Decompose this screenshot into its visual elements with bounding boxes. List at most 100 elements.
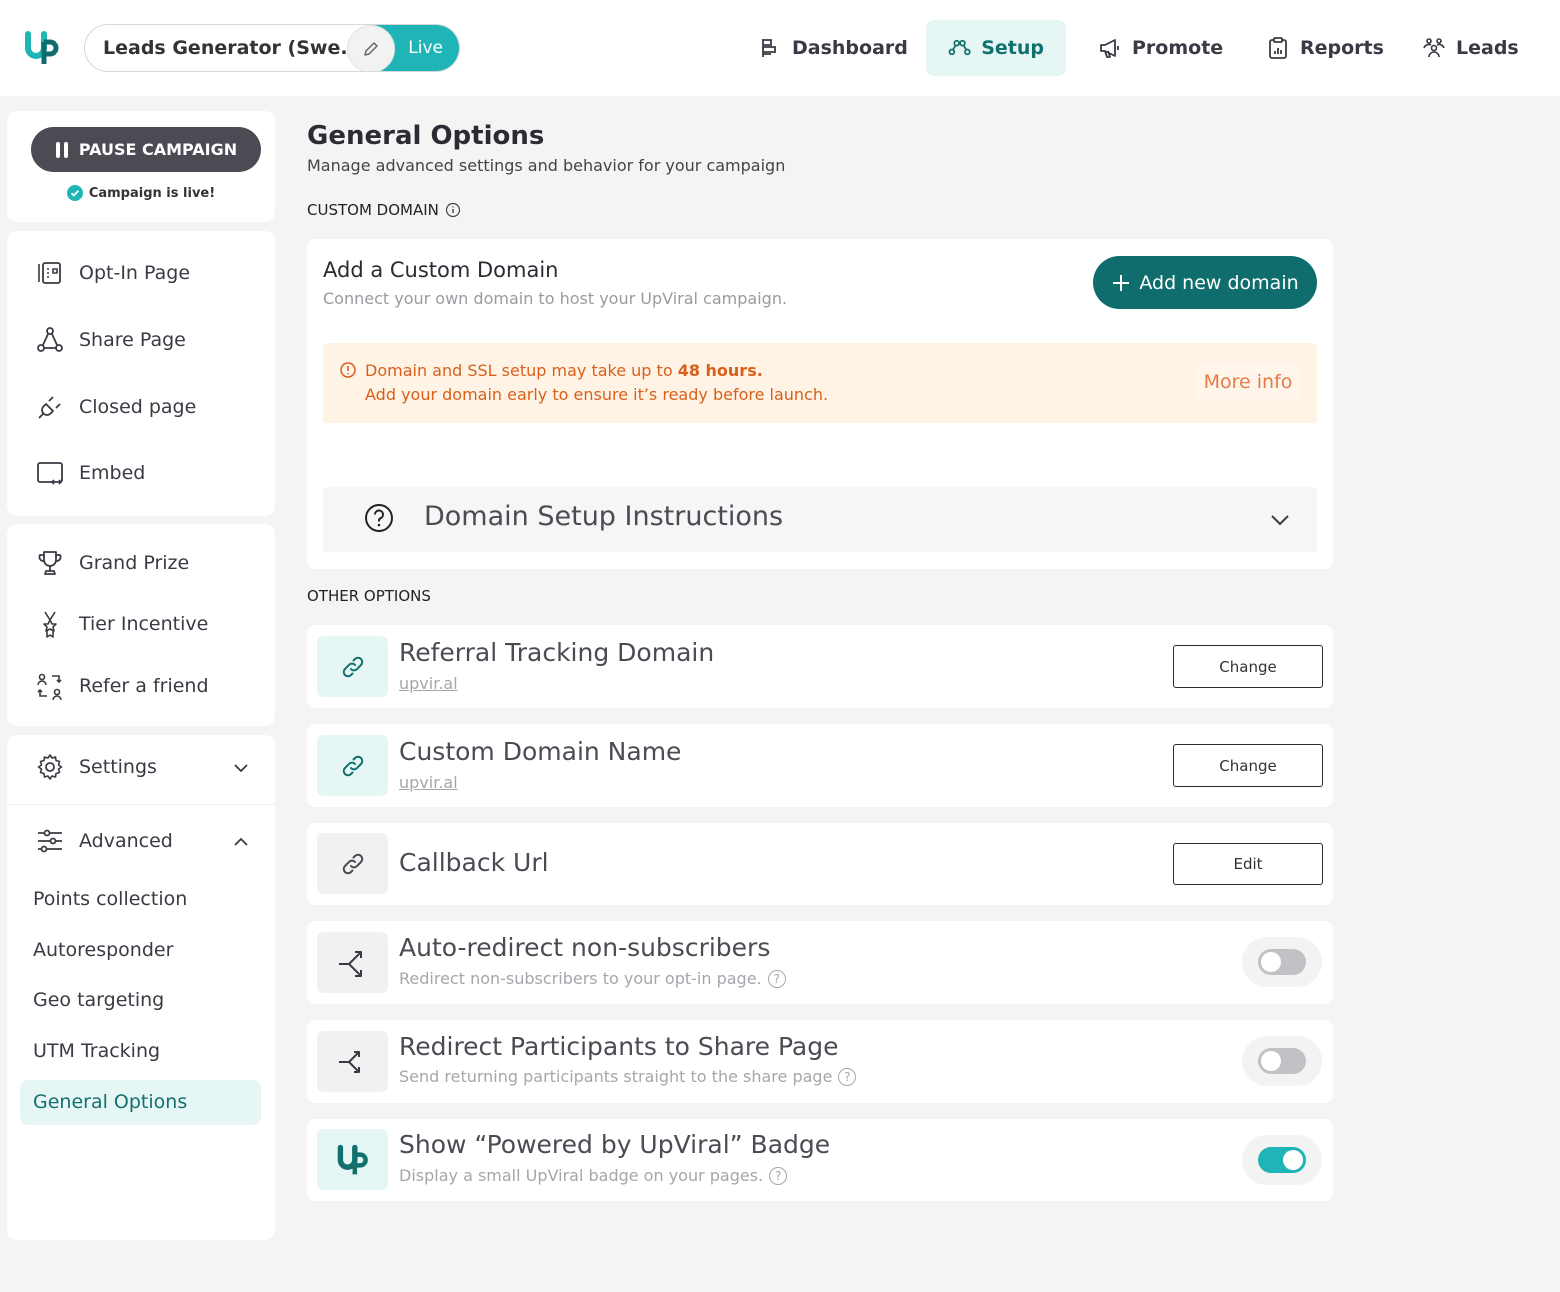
nav-promote[interactable]: Promote	[1076, 20, 1245, 76]
toggle-knob	[1283, 1150, 1303, 1170]
sidebar-subitem-utm-tracking[interactable]: UTM Tracking	[33, 1040, 160, 1062]
pause-campaign-button[interactable]: PAUSE CAMPAIGN	[31, 127, 261, 172]
help-icon[interactable]: ?	[769, 1166, 788, 1185]
link-icon	[342, 656, 363, 677]
help-icon[interactable]: ?	[838, 1067, 857, 1086]
nav-label: Setup	[981, 37, 1044, 59]
info-icon[interactable]	[445, 202, 461, 218]
edit-campaign-button[interactable]	[347, 25, 395, 71]
instructions-title: Domain Setup Instructions	[424, 501, 784, 532]
sidebar-item-refer-a-friend[interactable]: Refer a friend	[35, 671, 209, 701]
option-title: Auto-redirect non-subscribers	[399, 933, 771, 962]
campaign-selector[interactable]: Leads Generator (Swe... Live	[84, 24, 460, 72]
more-info-button[interactable]: More info	[1195, 363, 1301, 401]
divider	[7, 804, 275, 805]
add-new-domain-button[interactable]: Add new domain	[1093, 256, 1317, 309]
option-subtitle-text: Send returning participants straight to …	[399, 1067, 833, 1086]
option-icon-box	[317, 1031, 388, 1092]
nav-reports[interactable]: Reports	[1244, 20, 1406, 76]
megaphone-icon	[1100, 39, 1119, 58]
nav-label: Dashboard	[792, 37, 908, 59]
change-referral-domain-button[interactable]: Change	[1173, 645, 1323, 688]
domain-setup-instructions-accordion[interactable]: Domain Setup Instructions	[323, 487, 1317, 552]
warning-line2: Add your domain early to ensure it’s rea…	[365, 385, 829, 404]
option-icon-box	[317, 1129, 388, 1190]
question-circle-icon	[365, 504, 393, 532]
powered-by-badge-toggle[interactable]	[1258, 1147, 1306, 1173]
nav-dashboard[interactable]: Dashboard	[736, 20, 930, 76]
sidebar-item-optin-page[interactable]: Opt-In Page	[35, 258, 190, 288]
option-icon-box	[317, 833, 388, 894]
share-icon	[37, 327, 63, 352]
page-subtitle: Manage advanced settings and behavior fo…	[307, 156, 786, 175]
nav-leads[interactable]: Leads	[1400, 20, 1541, 76]
toggle-wrap	[1242, 1036, 1322, 1086]
sidebar-item-settings[interactable]: Settings	[35, 752, 157, 782]
option-auto-redirect: Auto-redirect non-subscribers Redirect n…	[307, 921, 1333, 1004]
live-label: Live	[408, 38, 443, 58]
option-redirect-to-share-page: Redirect Participants to Share Page Send…	[307, 1020, 1333, 1103]
nav-label: Reports	[1300, 37, 1384, 59]
nav-label: Promote	[1132, 37, 1224, 59]
redirect-share-toggle[interactable]	[1258, 1048, 1306, 1074]
warning-text: Domain and SSL setup may take up to 48 h…	[365, 359, 828, 407]
sidebar-item-label: Grand Prize	[79, 552, 190, 574]
pencil-icon	[364, 42, 378, 56]
sidebar-item-label: Opt-In Page	[79, 262, 191, 284]
option-title: Show “Powered by UpViral” Badge	[399, 1130, 831, 1159]
option-icon-box	[317, 932, 388, 993]
pause-icon	[55, 141, 68, 158]
option-title: Callback Url	[399, 848, 549, 877]
custom-domain-card: Add a Custom Domain Connect your own dom…	[307, 239, 1333, 569]
sidebar-item-closed-page[interactable]: Closed page	[35, 392, 196, 422]
custom-domain-subtitle: Connect your own domain to host your UpV…	[323, 289, 788, 308]
campaign-name[interactable]: Leads Generator (Swe...	[103, 37, 362, 59]
sidebar-item-label: Tier Incentive	[79, 613, 209, 635]
ssl-warning-banner: Domain and SSL setup may take up to 48 h…	[323, 343, 1317, 423]
help-icon[interactable]: ?	[767, 969, 786, 988]
sidebar-subitem-autoresponder[interactable]: Autoresponder	[33, 939, 173, 961]
pause-label: PAUSE CAMPAIGN	[78, 140, 238, 159]
gear-icon	[37, 754, 63, 780]
change-custom-domain-button[interactable]: Change	[1173, 744, 1323, 787]
check-circle-icon	[66, 185, 83, 201]
optin-icon	[38, 262, 61, 284]
users-icon	[1423, 38, 1445, 58]
toggle-knob	[1261, 952, 1281, 972]
sidebar-item-label: Share Page	[79, 329, 186, 351]
upviral-logo-icon[interactable]	[22, 28, 62, 68]
sidebar-item-embed[interactable]: Embed	[35, 458, 145, 488]
auto-redirect-toggle[interactable]	[1258, 949, 1306, 975]
sidebar-subitem-general-options[interactable]: General Options	[33, 1091, 187, 1113]
warning-hours: 48 hours.	[677, 361, 763, 380]
sidebar-subitem-points-collection[interactable]: Points collection	[33, 888, 187, 910]
split-arrow-icon	[338, 1050, 360, 1073]
status-text: Campaign is live!	[88, 185, 216, 201]
edit-callback-url-button[interactable]: Edit	[1173, 843, 1323, 885]
nav-setup[interactable]: Setup	[926, 20, 1066, 76]
sidebar-item-advanced[interactable]: Advanced	[35, 826, 173, 856]
sidebar-subitem-geo-targeting[interactable]: Geo targeting	[33, 989, 164, 1011]
nav-label: Leads	[1456, 37, 1519, 59]
option-domain-link[interactable]: upvir.al	[399, 674, 458, 693]
chevron-up-icon[interactable]	[232, 833, 250, 851]
chevron-down-icon[interactable]	[232, 759, 250, 777]
sidebar-item-label: Advanced	[79, 830, 173, 852]
other-options-section-label: OTHER OPTIONS	[307, 587, 431, 605]
option-title: Referral Tracking Domain	[399, 638, 715, 667]
sidebar-item-label: Settings	[79, 756, 157, 778]
sidebar-item-grand-prize[interactable]: Grand Prize	[35, 548, 189, 578]
sidebar-item-share-page[interactable]: Share Page	[35, 325, 186, 355]
link-icon	[342, 755, 363, 776]
option-subtitle: Display a small UpViral badge on your pa…	[399, 1166, 788, 1185]
sidebar-item-label: Refer a friend	[79, 675, 209, 697]
option-domain-link[interactable]: upvir.al	[399, 773, 458, 792]
page-title: General Options	[307, 121, 545, 151]
option-title: Redirect Participants to Share Page	[399, 1032, 839, 1061]
add-domain-label: Add new domain	[1139, 271, 1299, 294]
sidebar-item-label: Embed	[79, 462, 146, 484]
option-subtitle: Redirect non-subscribers to your opt-in …	[399, 969, 786, 988]
campaign-live-status: Campaign is live!	[7, 185, 275, 201]
sidebar-item-tier-incentive[interactable]: Tier Incentive	[35, 609, 208, 639]
chevron-down-icon	[1271, 515, 1289, 526]
